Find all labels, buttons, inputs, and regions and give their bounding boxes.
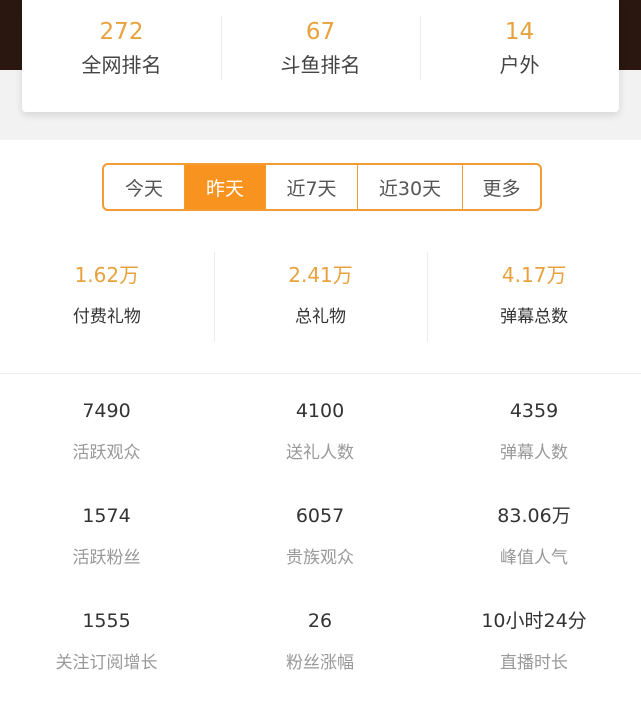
summary-total-gifts: 2.41万 总礼物 [213, 252, 428, 348]
tab-last-7-days[interactable]: 近7天 [265, 165, 357, 209]
stat-active-fans-value: 1574 [82, 505, 131, 527]
summary-paid-gifts: 1.62万 付费礼物 [0, 252, 214, 348]
stat-stream-duration-label: 直播时长 [500, 653, 568, 673]
tab-yesterday[interactable]: 昨天 [184, 165, 265, 209]
stat-stream-duration: 10小时24分 直播时长 [427, 608, 641, 713]
stat-follow-growth-label: 关注订阅增长 [55, 653, 158, 673]
stat-follow-growth: 1555 关注订阅增长 [0, 608, 213, 713]
stat-gift-senders-value: 4100 [295, 400, 345, 422]
stat-peak-popularity-label: 峰值人气 [500, 548, 568, 568]
rank-category-label: 户外 [499, 53, 540, 77]
rank-overall-label: 全网排名 [81, 53, 162, 77]
rank-card: 272 全网排名 67 斗鱼排名 14 户外 [22, 0, 619, 112]
tab-more[interactable]: 更多 [462, 165, 540, 209]
summary-danmaku-total: 4.17万 弹幕总数 [427, 252, 641, 348]
stat-danmaku-users-label: 弹幕人数 [500, 443, 568, 463]
summary-paid-gifts-value: 1.62万 [74, 263, 140, 287]
stat-peak-popularity-value: 83.06万 [497, 505, 571, 527]
rank-douyu-value: 67 [305, 19, 336, 45]
stat-fan-increase: 26 粉丝涨幅 [213, 608, 427, 713]
tab-last-30-days[interactable]: 近30天 [357, 165, 462, 209]
rank-douyu: 67 斗鱼排名 [221, 0, 420, 112]
stat-noble-viewers-value: 6057 [295, 505, 345, 527]
gift-summary: 1.62万 付费礼物 2.41万 总礼物 4.17万 弹幕总数 [0, 252, 641, 348]
summary-paid-gifts-label: 付费礼物 [72, 307, 141, 327]
stat-active-fans: 1574 活跃粉丝 [0, 503, 213, 608]
stat-noble-viewers: 6057 贵族观众 [213, 503, 427, 608]
stat-danmaku-users-value: 4359 [509, 400, 559, 422]
rank-category-value: 14 [504, 19, 535, 45]
stat-fan-increase-label: 粉丝涨幅 [286, 653, 354, 673]
rank-category: 14 户外 [420, 0, 619, 112]
summary-total-gifts-value: 2.41万 [288, 263, 353, 287]
tab-today[interactable]: 今天 [104, 165, 184, 209]
stat-gift-senders-label: 送礼人数 [286, 443, 354, 463]
stats-grid: 7490 活跃观众 4100 送礼人数 4359 弹幕人数 1574 活跃粉丝 … [0, 398, 641, 713]
rank-douyu-label: 斗鱼排名 [280, 53, 361, 77]
stat-active-viewers-value: 7490 [82, 400, 131, 422]
stat-gift-senders: 4100 送礼人数 [213, 398, 427, 503]
summary-danmaku-total-value: 4.17万 [501, 263, 567, 287]
rank-overall: 272 全网排名 [22, 0, 221, 112]
summary-total-gifts-label: 总礼物 [295, 307, 346, 327]
stat-active-viewers: 7490 活跃观众 [0, 398, 213, 503]
stat-stream-duration-value: 10小时24分 [481, 610, 587, 632]
stat-active-fans-label: 活跃粉丝 [72, 548, 141, 568]
stat-active-viewers-label: 活跃观众 [72, 443, 141, 463]
stat-noble-viewers-label: 贵族观众 [286, 548, 354, 568]
stat-danmaku-users: 4359 弹幕人数 [427, 398, 641, 503]
stat-peak-popularity: 83.06万 峰值人气 [427, 503, 641, 608]
rank-overall-value: 272 [99, 19, 144, 45]
period-tabs: 今天 昨天 近7天 近30天 更多 [102, 163, 542, 211]
section-divider [0, 373, 641, 374]
stat-follow-growth-value: 1555 [82, 610, 131, 632]
summary-danmaku-total-label: 弹幕总数 [500, 307, 569, 327]
stat-fan-increase-value: 26 [307, 610, 333, 632]
